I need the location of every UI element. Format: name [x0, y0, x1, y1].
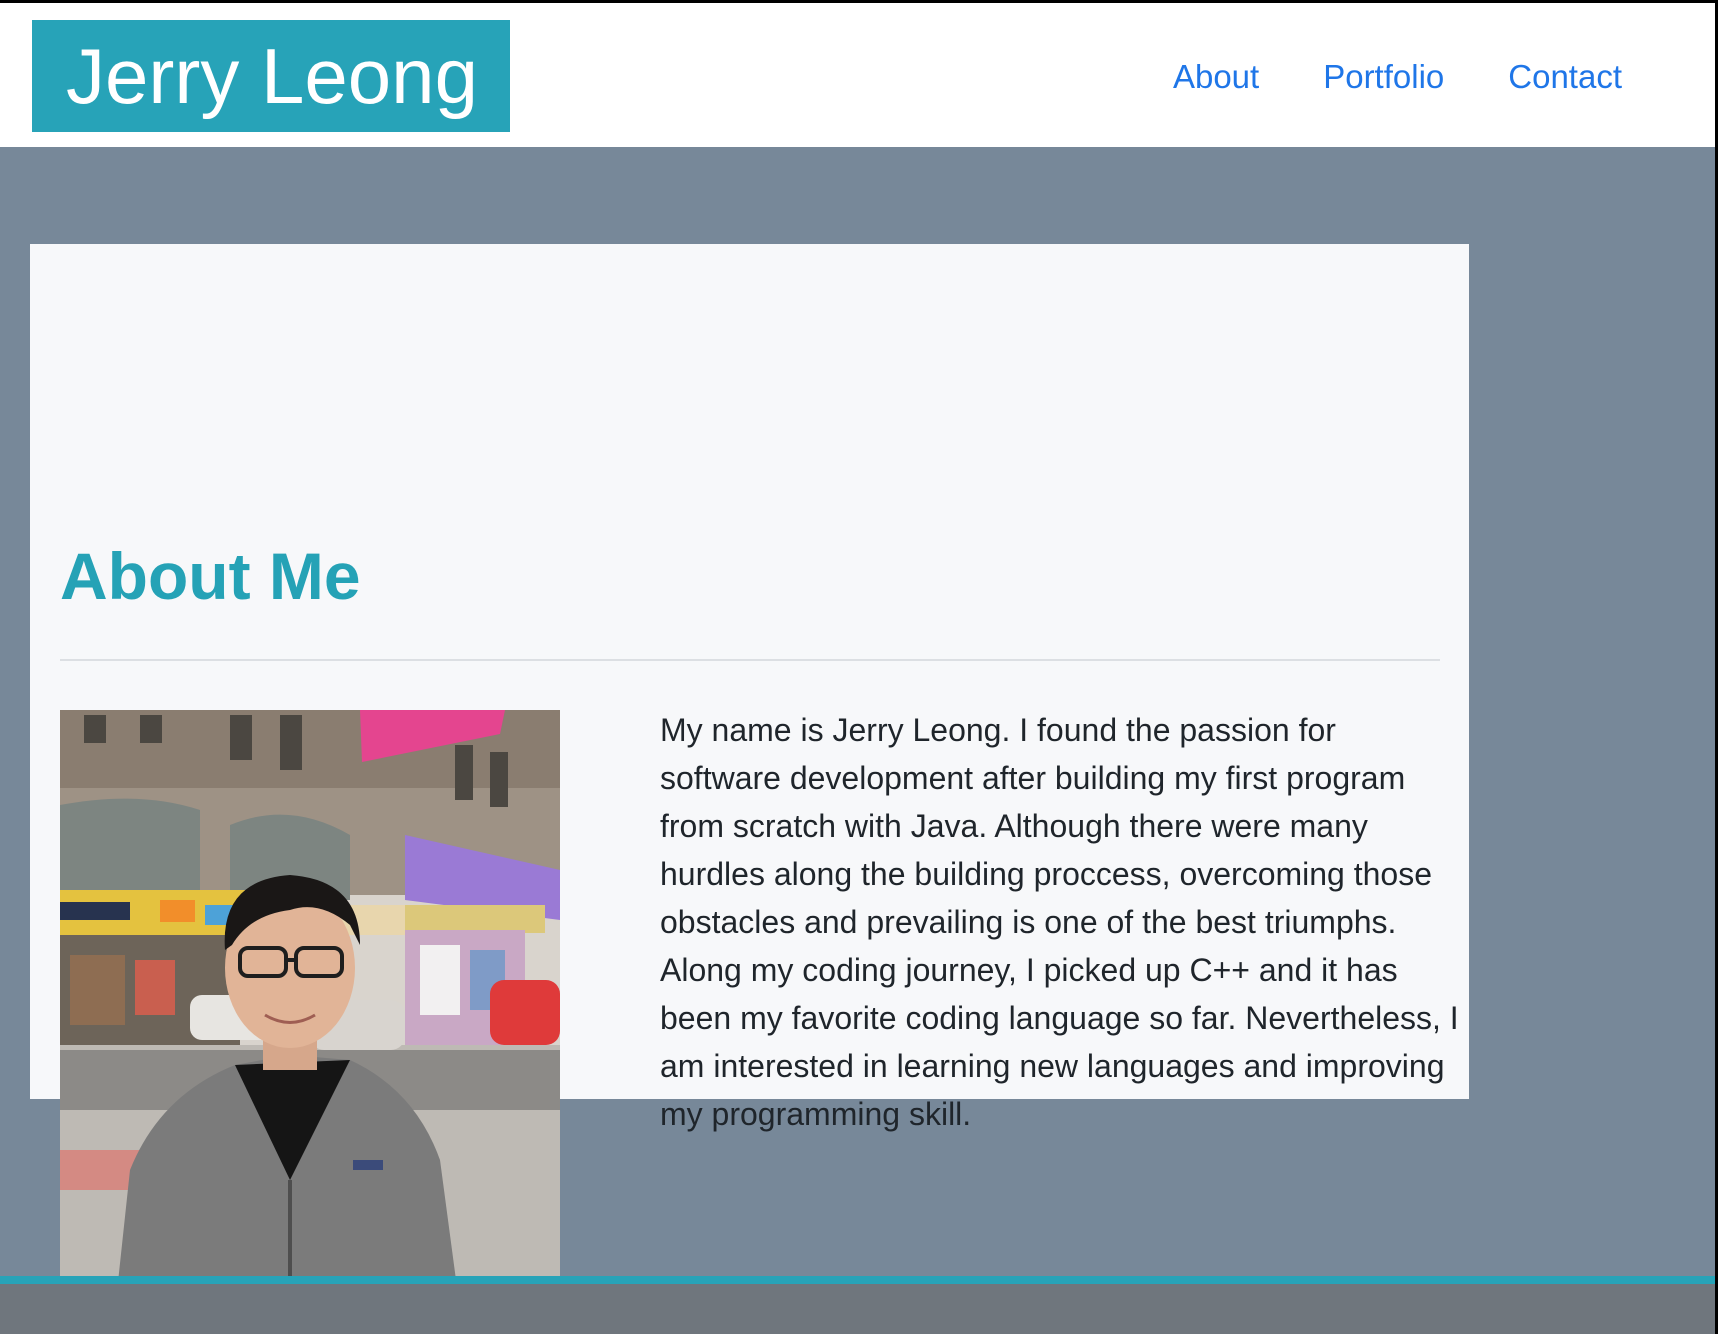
- nav-link-contact[interactable]: Contact: [1508, 58, 1622, 96]
- nav-link-portfolio[interactable]: Portfolio: [1323, 58, 1444, 96]
- footer-accent-line: [0, 1276, 1718, 1284]
- about-bio: My name is Jerry Leong. I found the pass…: [660, 712, 1459, 1132]
- profile-photo: [60, 710, 560, 1310]
- main-navigation: About Portfolio Contact: [1173, 3, 1622, 150]
- section-divider: [60, 659, 1440, 661]
- about-section: About Me My name is Jerry Leong. I found…: [30, 244, 1469, 1310]
- top-navbar: Jerry Leong About Portfolio Contact: [0, 0, 1718, 147]
- footer: [0, 1284, 1718, 1334]
- about-title: About Me: [60, 539, 361, 613]
- nav-link-about[interactable]: About: [1173, 58, 1259, 96]
- brand-logo[interactable]: Jerry Leong: [32, 20, 510, 132]
